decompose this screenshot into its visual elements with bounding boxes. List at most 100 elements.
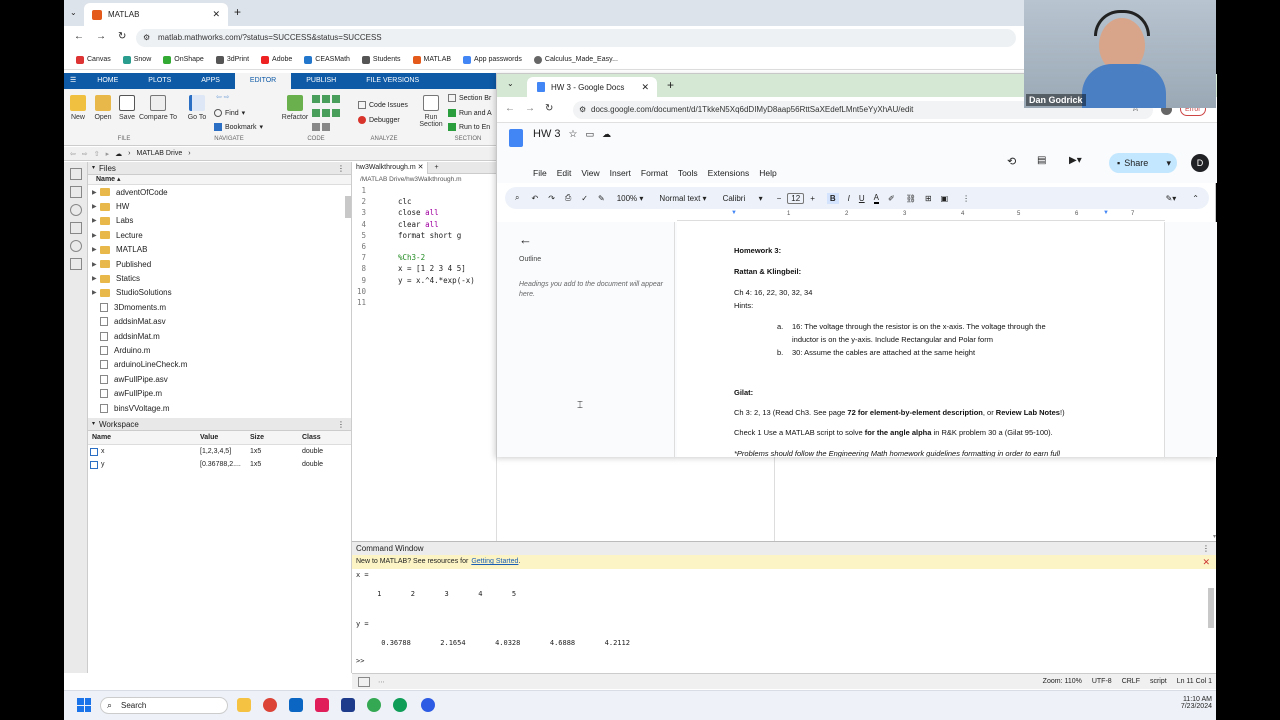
- highlight-icon[interactable]: ✐: [888, 194, 895, 203]
- text-color-icon[interactable]: A: [873, 193, 879, 204]
- run-and-advance-button[interactable]: Run and A: [448, 109, 492, 117]
- site-info-icon[interactable]: ⚙: [143, 33, 150, 42]
- menu-insert[interactable]: Insert: [610, 168, 631, 178]
- folder-item[interactable]: ▶ StudioSolutions: [88, 286, 351, 300]
- expand-icon[interactable]: ▶: [92, 289, 100, 296]
- bookmark-item[interactable]: Canvas: [76, 55, 111, 64]
- close-icon[interactable]: ✕: [641, 82, 649, 93]
- history-panel-icon[interactable]: [69, 204, 82, 216]
- file-item[interactable]: awFullPipe.asv: [88, 372, 351, 386]
- menu-edit[interactable]: Edit: [557, 168, 572, 178]
- editor-tab[interactable]: hw3Walkthrough.m ✕: [352, 161, 429, 174]
- folder-item[interactable]: ▶ Statics: [88, 271, 351, 285]
- link-icon[interactable]: ⛓: [906, 194, 916, 203]
- git-panel-icon[interactable]: [69, 240, 82, 252]
- code-line[interactable]: 10: [352, 286, 496, 297]
- file-item[interactable]: Arduino.m: [88, 343, 351, 357]
- project-panel-icon[interactable]: [69, 222, 82, 234]
- ribbon-tab-home[interactable]: HOME: [82, 73, 133, 89]
- folder-item[interactable]: ▶ Labs: [88, 214, 351, 228]
- code-line[interactable]: 3 close all: [352, 207, 496, 218]
- right-indent-marker-icon[interactable]: ▼: [1103, 210, 1109, 216]
- ribbon-tab-plots[interactable]: PLOTS: [133, 73, 186, 89]
- file-item[interactable]: 3Dmoments.m: [88, 300, 351, 314]
- taskbar-search[interactable]: ⌕ Search: [100, 697, 228, 714]
- browse-icon[interactable]: ▸: [106, 150, 110, 158]
- close-icon[interactable]: ✕: [1202, 555, 1210, 569]
- docs-ruler[interactable]: ▼ 1 2 3 4 5 6 ▼ 7: [677, 210, 1165, 221]
- col-class[interactable]: Class: [302, 434, 342, 441]
- file-item[interactable]: binsVVoltage.m: [88, 401, 351, 415]
- image-icon[interactable]: ▣: [941, 194, 949, 203]
- menu-view[interactable]: View: [581, 168, 599, 178]
- code-line[interactable]: 8 x = [1 2 3 4 5]: [352, 263, 496, 274]
- back-icon[interactable]: ←: [74, 31, 84, 42]
- files-column-name[interactable]: Name ▴: [88, 175, 351, 185]
- code-line[interactable]: 9 y = x.^4.*exp(-x): [352, 275, 496, 286]
- bookmark-item[interactable]: Students: [361, 55, 401, 64]
- decrease-size-icon[interactable]: −: [777, 194, 782, 203]
- style-select[interactable]: Normal text ▾: [659, 194, 706, 203]
- meet-icon[interactable]: ▶▾: [1069, 155, 1082, 166]
- spellcheck-icon[interactable]: ✓: [581, 194, 588, 203]
- print-icon[interactable]: ⎙: [565, 193, 571, 203]
- comment-add-icon[interactable]: ⊞: [925, 194, 932, 203]
- command-prompt[interactable]: >>: [352, 657, 1216, 665]
- folder-up-icon[interactable]: ⇧: [94, 150, 100, 158]
- run-section-button[interactable]: Run Section: [418, 95, 444, 128]
- increase-size-icon[interactable]: +: [810, 194, 815, 203]
- close-icon[interactable]: ✕: [212, 9, 220, 20]
- panel-menu-icon[interactable]: ⋮: [337, 162, 345, 175]
- expand-icon[interactable]: ▶: [92, 246, 100, 253]
- folder-item[interactable]: ▶ MATLAB: [88, 243, 351, 257]
- file-item[interactable]: addsinMat.m: [88, 329, 351, 343]
- code-line[interactable]: 2 clc: [352, 196, 496, 207]
- status-panel-icon[interactable]: [358, 676, 370, 687]
- indent-tools[interactable]: [312, 109, 340, 117]
- document-page[interactable]: Homework 3: Rattan & Klingbeil: Ch 4: 16…: [677, 222, 1165, 457]
- reload-icon[interactable]: ↻: [118, 31, 126, 42]
- forward-icon[interactable]: →: [96, 31, 106, 42]
- scroll-down-icon[interactable]: ▾: [1213, 533, 1216, 540]
- expand-icon[interactable]: ▶: [92, 189, 100, 196]
- menu-file[interactable]: File: [533, 168, 547, 178]
- find-button[interactable]: Find ▾: [214, 109, 245, 117]
- move-folder-icon[interactable]: ▭: [585, 129, 594, 140]
- panel-menu-icon[interactable]: ⋮: [1202, 542, 1210, 555]
- bookmark-item[interactable]: Snow: [122, 55, 151, 64]
- debugger-button[interactable]: Debugger: [358, 116, 400, 124]
- url-bar[interactable]: ⚙ matlab.mathworks.com/?status=SUCCESS&s…: [136, 29, 1016, 47]
- search-icon[interactable]: ⌕: [515, 193, 519, 203]
- collapse-icon[interactable]: ▾: [92, 162, 95, 175]
- bookmark-item[interactable]: CEASMath: [304, 55, 350, 64]
- code-line[interactable]: 1: [352, 185, 496, 196]
- expand-icon[interactable]: ▶: [92, 232, 100, 239]
- workspace-row[interactable]: x [1,2,3,4,5] 1x5 double: [88, 445, 351, 458]
- panel-menu-icon[interactable]: ⋮: [337, 418, 345, 431]
- addons-panel-icon[interactable]: [69, 258, 82, 270]
- file-explorer-icon[interactable]: [237, 698, 251, 712]
- new-tab-icon[interactable]: +: [234, 5, 241, 19]
- code-line[interactable]: 5 format short g: [352, 230, 496, 241]
- paint-format-icon[interactable]: ✎: [598, 194, 605, 203]
- indent-marker-icon[interactable]: ▼: [731, 210, 737, 216]
- col-value[interactable]: Value: [200, 434, 250, 441]
- ribbon-tab-publish[interactable]: PUBLISH: [291, 73, 351, 89]
- col-size[interactable]: Size: [250, 434, 302, 441]
- docs-logo-icon[interactable]: [509, 129, 523, 147]
- files-panel-icon[interactable]: [69, 168, 82, 180]
- new-tab-icon[interactable]: +: [667, 78, 674, 92]
- doc-title[interactable]: HW 3: [533, 128, 561, 140]
- expand-icon[interactable]: ▶: [92, 203, 100, 210]
- menu-help[interactable]: Help: [759, 168, 776, 178]
- compare-to-button[interactable]: Compare To: [138, 95, 178, 121]
- expand-icon[interactable]: ▶: [92, 261, 100, 268]
- nav-back-icon[interactable]: ⇦: [70, 150, 76, 158]
- ribbon-tab-editor[interactable]: EDITOR: [234, 73, 292, 89]
- forward-icon[interactable]: →: [525, 103, 535, 114]
- file-item[interactable]: arduinoLineCheck.m: [88, 358, 351, 372]
- code-line[interactable]: 11: [352, 297, 496, 308]
- taskbar-app-icon[interactable]: [341, 698, 355, 712]
- more-icon[interactable]: ⋯: [378, 678, 385, 686]
- account-avatar[interactable]: D: [1191, 154, 1209, 172]
